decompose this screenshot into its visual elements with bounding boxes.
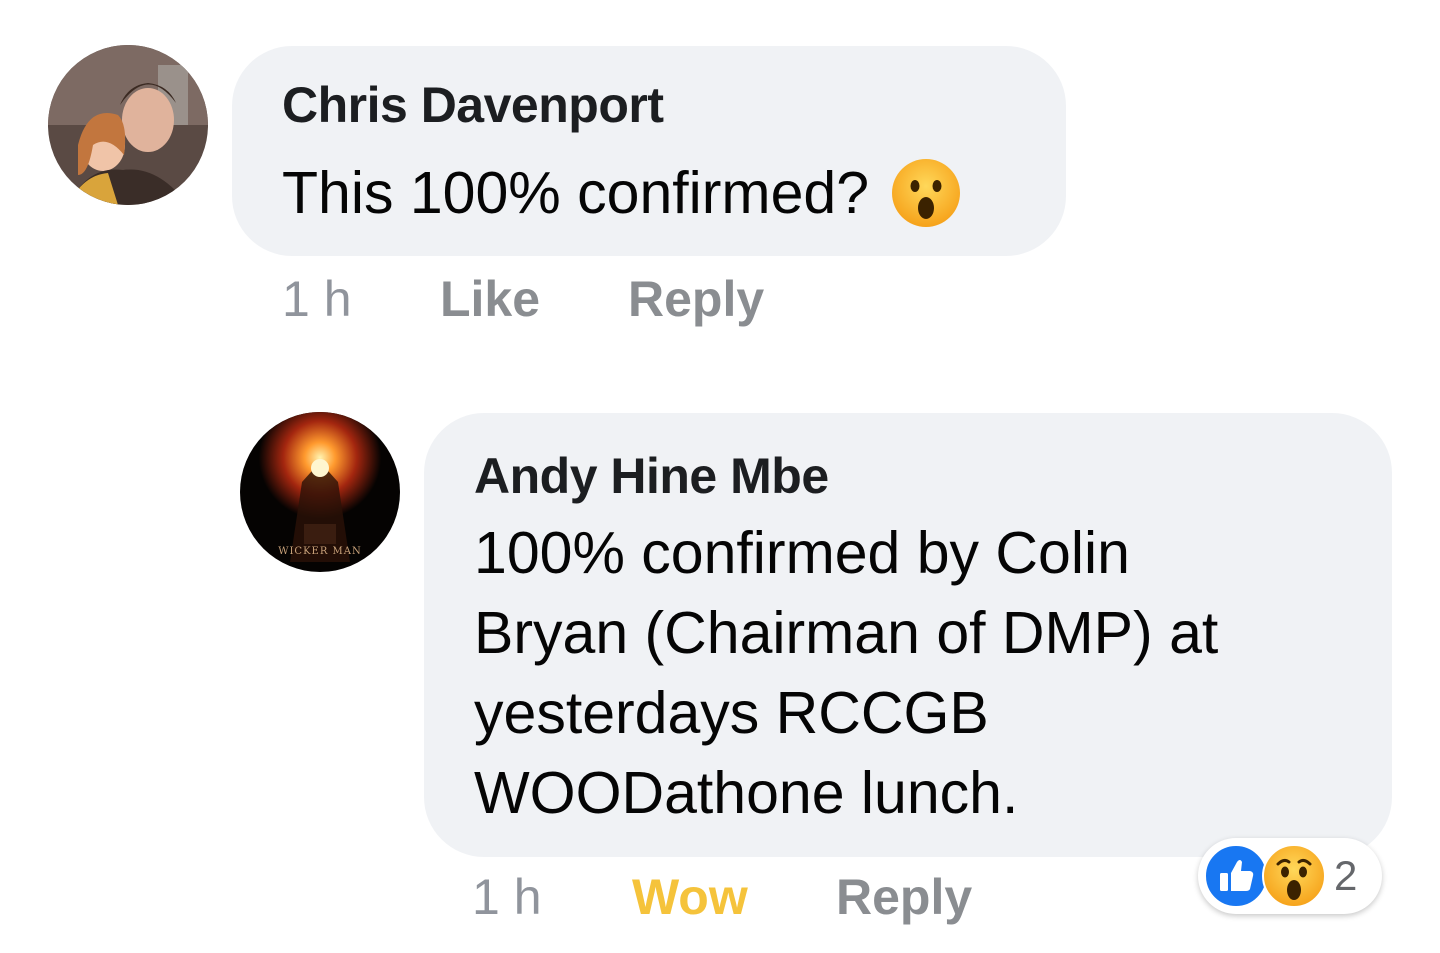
comment-author[interactable]: Andy Hine Mbe — [474, 447, 829, 505]
avatar[interactable]: WICKER MAN — [240, 412, 400, 572]
like-reaction-icon — [1204, 844, 1268, 908]
avatar[interactable] — [48, 45, 208, 205]
reaction-count: 2 — [1334, 852, 1358, 899]
wow-reaction-icon — [1262, 844, 1326, 908]
comment-bubble: Andy Hine Mbe 100% confirmed by Colin Br… — [424, 413, 1392, 857]
comment-line: WOODathone lunch. — [474, 760, 1019, 826]
comment-text: This 100% confirmed? — [282, 153, 961, 233]
comment-line: Bryan (Chairman of DMP) at — [474, 600, 1219, 666]
comment-body: This 100% confirmed? — [282, 160, 870, 226]
reaction-summary[interactable]: 2 — [1198, 838, 1382, 914]
comment-text: 100% confirmed by Colin Bryan (Chairman … — [474, 513, 1218, 833]
wow-reaction-button[interactable]: Wow — [632, 868, 748, 926]
reply-button[interactable]: Reply — [628, 270, 764, 328]
like-button[interactable]: Like — [440, 270, 540, 328]
comment-time: 1 h — [472, 869, 542, 925]
comment-bubble: Chris Davenport This 100% confirmed? — [232, 46, 1066, 256]
comment-line: yesterdays RCCGB — [474, 680, 989, 746]
comment-time: 1 h — [282, 271, 352, 327]
comment-author[interactable]: Chris Davenport — [282, 76, 664, 134]
reply-button[interactable]: Reply — [836, 868, 972, 926]
comment-line: 100% confirmed by Colin — [474, 520, 1130, 586]
svg-text:WICKER MAN: WICKER MAN — [278, 546, 362, 557]
wow-emoji-icon — [892, 159, 961, 227]
